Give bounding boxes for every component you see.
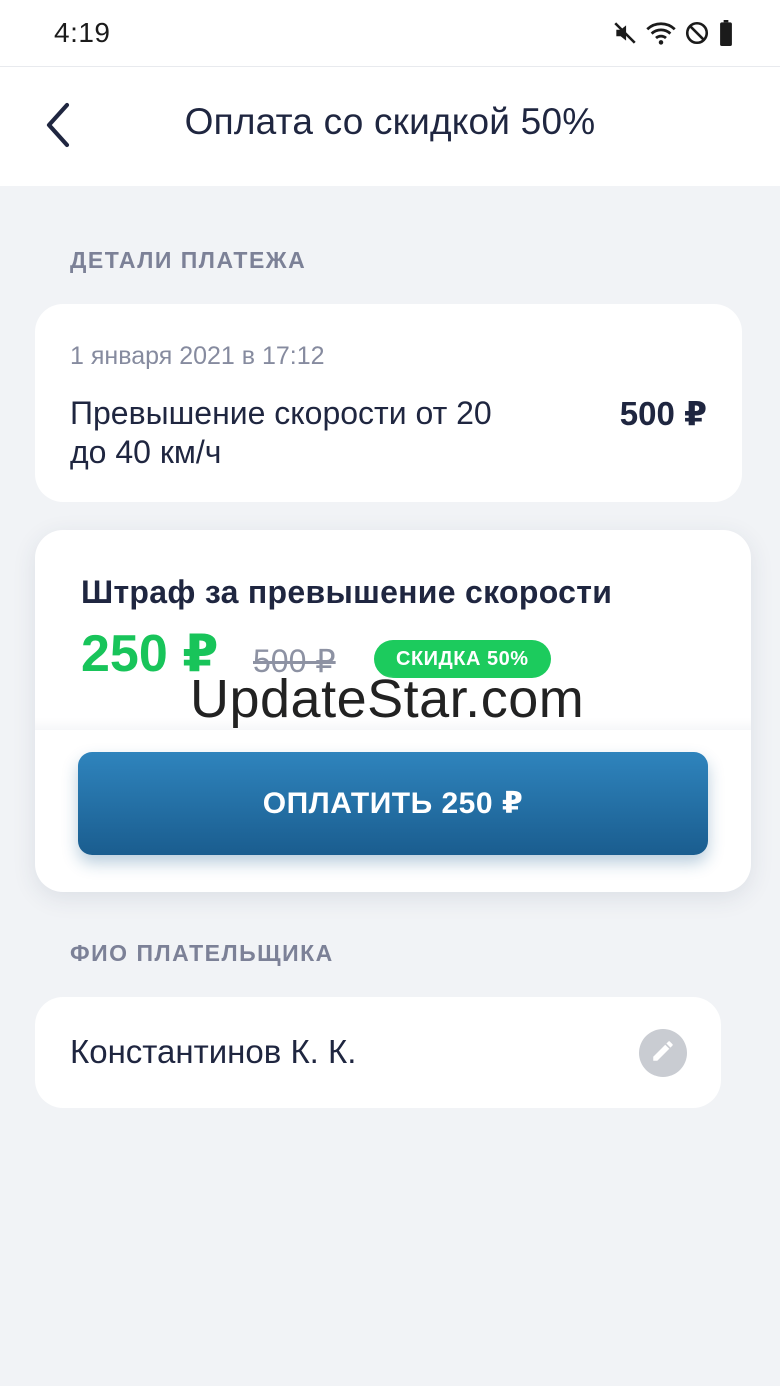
page-title: Оплата со скидкой 50% bbox=[184, 101, 596, 142]
edit-payer-button[interactable] bbox=[639, 1029, 687, 1077]
status-icons bbox=[612, 20, 734, 46]
payment-description: Превышение скорости от 20 до 40 км/ч bbox=[70, 395, 492, 470]
mute-icon bbox=[612, 20, 638, 46]
battery-icon bbox=[718, 20, 734, 46]
pay-button[interactable]: ОПЛАТИТЬ 250 ₽ bbox=[78, 752, 708, 855]
status-time: 4:19 bbox=[54, 17, 111, 48]
payment-details-label: ДЕТАЛИ ПЛАТЕЖА bbox=[70, 247, 307, 273]
status-bar: 4:19 bbox=[0, 0, 780, 66]
payment-details-card: 1 января 2021 в 17:12 Превышение скорост… bbox=[35, 304, 742, 502]
watermark: UpdateStar.com bbox=[190, 669, 585, 729]
payer-name: Константинов К. К. bbox=[70, 1033, 357, 1070]
fine-title: Штраф за превышение скорости bbox=[81, 574, 613, 610]
do-not-disturb-icon bbox=[684, 20, 710, 46]
payment-date: 1 января 2021 в 17:12 bbox=[70, 342, 325, 370]
wifi-icon bbox=[646, 20, 676, 46]
payer-card[interactable]: Константинов К. К. bbox=[35, 997, 721, 1108]
payment-amount: 500 ₽ bbox=[619, 395, 707, 432]
pencil-icon bbox=[650, 1038, 676, 1069]
payer-label: ФИО ПЛАТЕЛЬЩИКА bbox=[70, 940, 334, 966]
app-bar: Оплата со скидкой 50% bbox=[0, 66, 780, 186]
